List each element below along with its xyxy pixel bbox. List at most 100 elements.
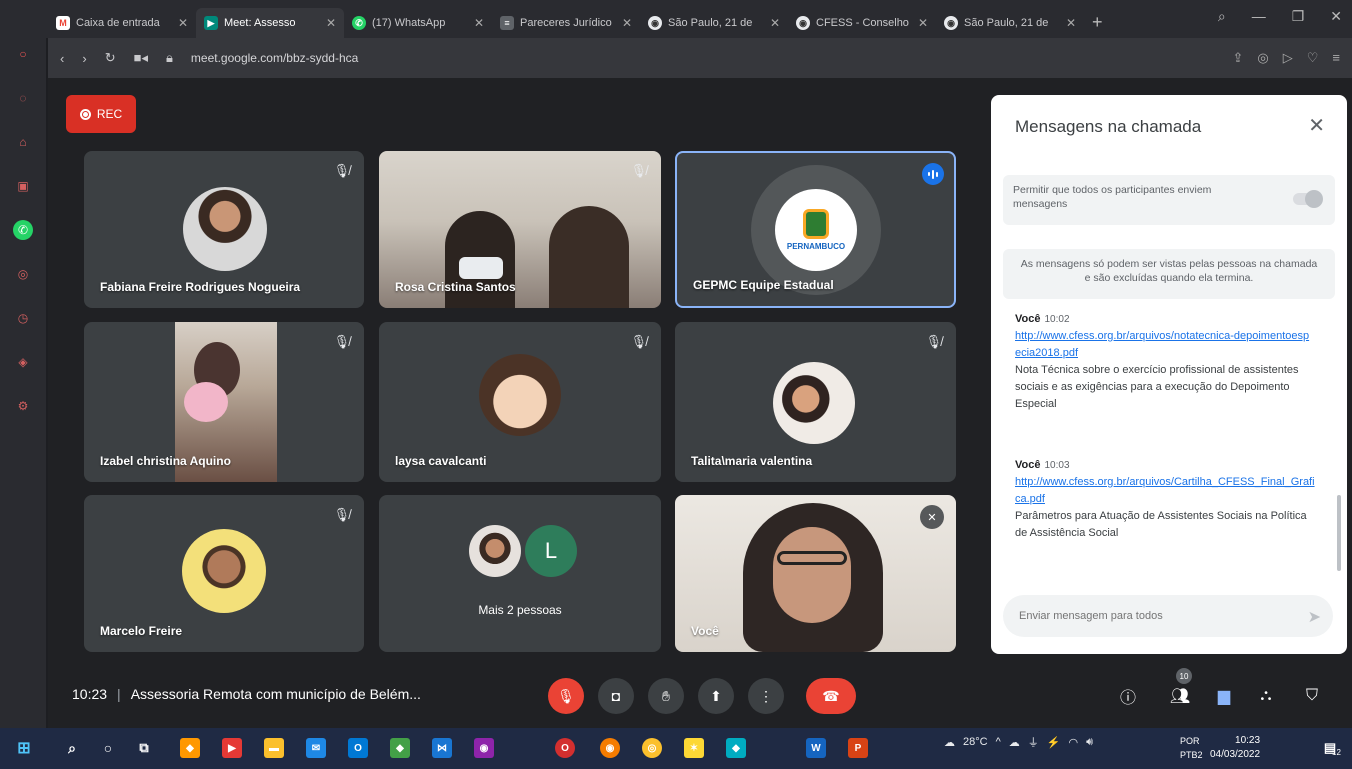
- bag-icon[interactable]: ⌂: [13, 132, 33, 152]
- tab-title: CFESS - Conselho: [816, 17, 909, 29]
- windows-start-icon[interactable]: ⊞: [14, 738, 34, 758]
- history-icon[interactable]: ◷: [13, 308, 33, 328]
- minimize-icon[interactable]: —: [1252, 8, 1266, 25]
- cortana-icon[interactable]: ○: [98, 738, 118, 758]
- word-icon[interactable]: W: [806, 738, 826, 758]
- tab-sao-paulo-1[interactable]: ◉ São Paulo, 21 de ✕: [640, 8, 788, 38]
- app-icon[interactable]: ✶: [684, 738, 704, 758]
- mail-icon[interactable]: ✉: [306, 738, 326, 758]
- participant-tile[interactable]: 🎙︎̸ Izabel christina Aquino: [84, 322, 364, 482]
- reload-icon[interactable]: ↻: [105, 50, 116, 66]
- opera-logo-icon[interactable]: ○: [13, 44, 33, 64]
- search-icon[interactable]: ⌕: [62, 738, 82, 758]
- taskbar-clock[interactable]: 10:23 04/03/2022: [1210, 734, 1260, 762]
- share-icon[interactable]: ⇪: [1233, 50, 1244, 66]
- menu-icon[interactable]: ≡: [1332, 50, 1340, 66]
- usb-icon[interactable]: ⏚: [1028, 734, 1039, 750]
- chrome-icon[interactable]: ◎: [642, 738, 662, 758]
- app-icon[interactable]: ◉: [474, 738, 494, 758]
- mic-toggle-button[interactable]: 🎙︎: [548, 678, 584, 714]
- meeting-details-icon[interactable]: ⓘ: [1116, 684, 1140, 708]
- app-icon[interactable]: ◆: [726, 738, 746, 758]
- participant-tile[interactable]: 🎙︎̸ laysa cavalcanti: [379, 322, 661, 482]
- close-window-icon[interactable]: ✕: [1330, 8, 1342, 25]
- mic-off-icon[interactable]: ✕: [920, 505, 944, 529]
- participant-tile-group[interactable]: L Mais 2 pessoas: [379, 495, 661, 652]
- forward-icon[interactable]: ›: [82, 51, 86, 66]
- participant-tile[interactable]: 🎙︎̸ Fabiana Freire Rodrigues Nogueira: [84, 151, 364, 308]
- vscode-icon[interactable]: ⋈: [432, 738, 452, 758]
- chat-message-input[interactable]: [1003, 595, 1333, 637]
- tab-title: São Paulo, 21 de: [668, 17, 753, 29]
- app-icon[interactable]: ◆: [390, 738, 410, 758]
- tab-whatsapp[interactable]: ✆ (17) WhatsApp ✕: [344, 8, 492, 38]
- tab-cfess[interactable]: ◉ CFESS - Conselho ✕: [788, 8, 936, 38]
- participant-tile-self[interactable]: ✕ Você: [675, 495, 956, 652]
- new-tab-icon[interactable]: +: [1092, 12, 1103, 33]
- network-icon[interactable]: ⚡: [1047, 736, 1061, 749]
- message-link[interactable]: http://www.cfess.org.br/arquivos/notatec…: [1015, 328, 1315, 362]
- host-controls-icon[interactable]: ⛉: [1300, 684, 1324, 708]
- speed-dial-icon[interactable]: ◌: [13, 88, 33, 108]
- outlook-icon[interactable]: O: [348, 738, 368, 758]
- close-icon[interactable]: ✕: [622, 16, 632, 30]
- close-icon[interactable]: ✕: [178, 16, 188, 30]
- opera-icon[interactable]: O: [555, 738, 575, 758]
- heart-icon[interactable]: ♡: [1307, 50, 1319, 66]
- chat-title: Mensagens na chamada: [1015, 117, 1202, 136]
- cube-icon[interactable]: ◈: [13, 352, 33, 372]
- task-view-icon[interactable]: ⧉: [134, 738, 154, 758]
- participant-tile[interactable]: 🎙︎̸ Talita\maria valentina: [675, 322, 956, 482]
- chat-scrollbar[interactable]: [1337, 495, 1341, 571]
- tab-sao-paulo-2[interactable]: ◉ São Paulo, 21 de ✕: [936, 8, 1084, 38]
- send-icon[interactable]: ➤: [1308, 607, 1321, 627]
- activities-icon[interactable]: ⛬: [1254, 684, 1278, 708]
- snapshot-icon[interactable]: ◎: [1257, 50, 1268, 66]
- message-link[interactable]: http://www.cfess.org.br/arquivos/Cartilh…: [1015, 474, 1315, 508]
- camera-indicator-icon[interactable]: ■◂: [134, 50, 148, 66]
- close-icon[interactable]: ✕: [1308, 113, 1325, 138]
- participant-tile[interactable]: 🎙︎̸ Marcelo Freire: [84, 495, 364, 652]
- powerpoint-icon[interactable]: P: [848, 738, 868, 758]
- close-icon[interactable]: ✕: [770, 16, 780, 30]
- firefox-icon[interactable]: ◉: [600, 738, 620, 758]
- weather-temp[interactable]: 28°C: [963, 736, 988, 748]
- tab-pareceres[interactable]: ≡ Pareceres Jurídico ✕: [492, 8, 640, 38]
- people-icon[interactable]: 👥︎: [1168, 684, 1192, 708]
- chat-icon[interactable]: ▆: [1212, 684, 1236, 708]
- file-explorer-icon[interactable]: ▬: [264, 738, 284, 758]
- settings-icon[interactable]: ⚙: [13, 396, 33, 416]
- wifi-icon[interactable]: ◠: [1068, 736, 1078, 749]
- onedrive-icon[interactable]: ☁: [1009, 736, 1020, 749]
- back-icon[interactable]: ‹: [60, 51, 64, 66]
- volume-icon[interactable]: 🔊︎: [1086, 736, 1093, 749]
- search-tabs-icon[interactable]: ⌕: [1218, 8, 1226, 25]
- url-field[interactable]: meet.google.com/bbz-sydd-hca: [191, 51, 358, 65]
- whatsapp-sidebar-icon[interactable]: ✆: [13, 220, 33, 240]
- present-screen-button[interactable]: ⬆: [698, 678, 734, 714]
- camera-toggle-button[interactable]: ◘: [598, 678, 634, 714]
- input-language[interactable]: POR PTB2: [1180, 734, 1203, 762]
- window-controls: ⌕ — ❐ ✕: [1218, 8, 1342, 25]
- tab-gmail[interactable]: M Caixa de entrada ✕: [48, 8, 196, 38]
- participant-tile[interactable]: 🎙︎̸ Rosa Cristina Santos: [379, 151, 661, 308]
- tab-meet[interactable]: ▶ Meet: Assesso ✕: [196, 8, 344, 38]
- message-time: 10:02: [1044, 314, 1070, 325]
- play-icon[interactable]: ▷: [1283, 50, 1293, 66]
- instagram-icon[interactable]: ◎: [13, 264, 33, 284]
- close-icon[interactable]: ✕: [1066, 16, 1076, 30]
- app-icon[interactable]: ◆: [180, 738, 200, 758]
- allow-messages-toggle[interactable]: [1293, 190, 1323, 208]
- participant-tile-speaking[interactable]: PERNAMBUCO GEPMC Equipe Estadual: [675, 151, 956, 308]
- chevron-up-icon[interactable]: ^: [996, 736, 1001, 748]
- close-icon[interactable]: ✕: [918, 16, 928, 30]
- messenger-icon[interactable]: ▣: [13, 176, 33, 196]
- close-icon[interactable]: ✕: [474, 16, 484, 30]
- more-options-button[interactable]: ⋮: [748, 678, 784, 714]
- leave-call-button[interactable]: ☎︎: [806, 678, 856, 714]
- globe-icon: ◉: [944, 16, 958, 30]
- raise-hand-button[interactable]: ✋︎: [648, 678, 684, 714]
- maximize-icon[interactable]: ❐: [1292, 8, 1305, 25]
- close-icon[interactable]: ✕: [326, 16, 336, 30]
- app-icon[interactable]: ▶: [222, 738, 242, 758]
